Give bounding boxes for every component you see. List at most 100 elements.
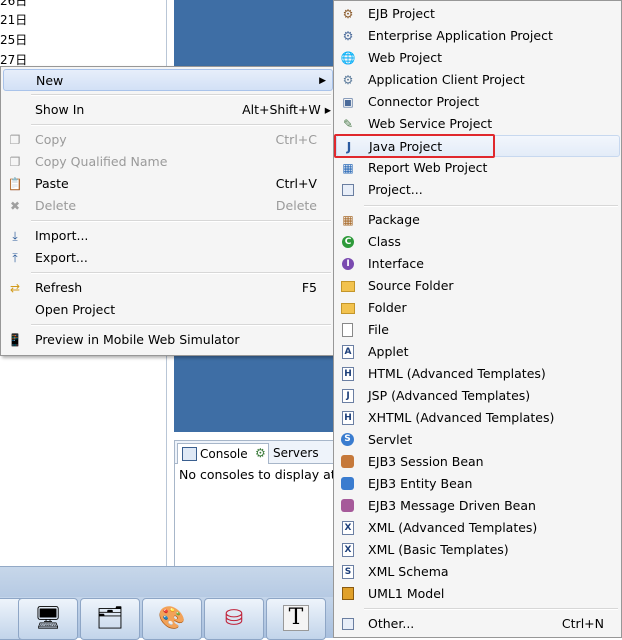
menu-item-label: Copy [35, 132, 67, 147]
tree-item[interactable]: 26日 [0, 0, 27, 9]
submenu-item-label: Applet [368, 344, 409, 359]
submenu-item-web-service-project[interactable]: ✎ Web Service Project [336, 113, 620, 135]
submenu-item-label: Project... [368, 182, 423, 197]
menu-item-accel: F5 [301, 280, 317, 295]
menu-item-refresh[interactable]: ⇄ Refresh F5 [3, 277, 333, 299]
ejb-project-icon: ⚙ [342, 7, 354, 21]
submenu-item-uml1-model[interactable]: UML1 Model [336, 583, 620, 605]
submenu-item-other[interactable]: Other... Ctrl+N [336, 613, 620, 635]
menu-item-export[interactable]: ⤒ Export... [3, 247, 333, 269]
submenu-item-label: Servlet [368, 432, 413, 447]
submenu-item-package[interactable]: ▦ Package [336, 209, 620, 231]
submenu-item-ejb-project[interactable]: ⚙ EJB Project [336, 3, 620, 25]
paste-icon: 📋 [7, 177, 23, 191]
submenu-item-label: Class [368, 234, 401, 249]
servers-icon: ⚙ [255, 446, 266, 460]
submenu-item-project[interactable]: Project... [336, 179, 620, 201]
submenu-item-class[interactable]: C Class [336, 231, 620, 253]
menu-item-copy[interactable]: ❐ Copy Ctrl+C [3, 129, 333, 151]
context-menu: New ▶ Show In Alt+Shift+W ▸ ❐ Copy Ctrl+… [0, 66, 336, 356]
submenu-item-file[interactable]: File [336, 319, 620, 341]
highlight-annotation-box [334, 134, 495, 158]
submenu-item-xml-schema[interactable]: S XML Schema [336, 561, 620, 583]
submenu-item-application-client-project[interactable]: ⚙ Application Client Project [336, 69, 620, 91]
submenu-item-xml-basic[interactable]: X XML (Basic Templates) [336, 539, 620, 561]
submenu-arrow-icon: ▶ [319, 76, 326, 86]
submenu-item-folder[interactable]: Folder [336, 297, 620, 319]
folder-icon [340, 300, 356, 316]
menu-item-label: Preview in Mobile Web Simulator [35, 332, 240, 347]
submenu-item-label: Enterprise Application Project [368, 28, 553, 43]
taskbar-button-paint[interactable]: 🎨 [142, 598, 202, 640]
menu-item-show-in[interactable]: Show In Alt+Shift+W ▸ [3, 99, 333, 121]
taskbar-button-explorer[interactable]: 🗂 [80, 598, 140, 640]
taskbar-button-database[interactable]: ⛁ [204, 598, 264, 640]
menu-item-accel: Ctrl+V [275, 176, 317, 191]
tree-item[interactable]: 21日 [0, 11, 27, 28]
submenu-item-xml-advanced[interactable]: X XML (Advanced Templates) [336, 517, 620, 539]
menu-item-label: Import... [35, 228, 89, 243]
submenu-item-label: File [368, 322, 389, 337]
servlet-icon: S [340, 432, 356, 448]
submenu-item-ejb3-message-driven-bean[interactable]: EJB3 Message Driven Bean [336, 495, 620, 517]
submenu-item-servlet[interactable]: S Servlet [336, 429, 620, 451]
submenu-item-html[interactable]: H HTML (Advanced Templates) [336, 363, 620, 385]
entity-bean-icon [340, 476, 356, 492]
app-client-project-icon: ⚙ [342, 73, 354, 87]
menu-separator [31, 94, 331, 96]
submenu-item-label: Application Client Project [368, 72, 525, 87]
tree-item[interactable]: 25日 [0, 31, 27, 48]
submenu-item-interface[interactable]: I Interface [336, 253, 620, 275]
connector-project-icon: ▣ [342, 95, 354, 109]
tab-console-label: Console [200, 447, 248, 461]
submenu-item-label: Folder [368, 300, 407, 315]
taskbar-button-text[interactable]: T [266, 598, 326, 640]
submenu-item-ejb3-entity-bean[interactable]: EJB3 Entity Bean [336, 473, 620, 495]
submenu-item-applet[interactable]: A Applet [336, 341, 620, 363]
submenu-item-ejb3-session-bean[interactable]: EJB3 Session Bean [336, 451, 620, 473]
delete-icon: ✖ [9, 199, 21, 213]
submenu-item-label: Web Project [368, 50, 442, 65]
console-tabbar: Console ⚙ Servers [175, 441, 345, 464]
submenu-item-label: Connector Project [368, 94, 480, 109]
uml-model-icon [340, 586, 356, 602]
submenu-item-web-project[interactable]: 🌐 Web Project [336, 47, 620, 69]
submenu-item-source-folder[interactable]: Source Folder [336, 275, 620, 297]
taskbar-button-desktop[interactable]: 🖥 [18, 598, 78, 640]
menu-item-label: Paste [35, 176, 69, 191]
refresh-icon: ⇄ [9, 281, 21, 295]
menu-item-new[interactable]: New ▶ [3, 69, 333, 91]
interface-icon: I [340, 256, 356, 272]
export-icon: ⤒ [12, 251, 18, 265]
menu-item-import[interactable]: ⤓ Import... [3, 225, 333, 247]
new-submenu: ⚙ EJB Project ⚙ Enterprise Application P… [333, 0, 622, 638]
submenu-item-enterprise-application-project[interactable]: ⚙ Enterprise Application Project [336, 25, 620, 47]
submenu-item-label: Interface [368, 256, 424, 271]
menu-item-paste[interactable]: 📋 Paste Ctrl+V [3, 173, 333, 195]
submenu-item-label: Package [368, 212, 420, 227]
menu-item-preview-mobile[interactable]: 📱 Preview in Mobile Web Simulator [3, 329, 333, 351]
mobile-icon: 📱 [7, 333, 23, 347]
menu-item-copy-qualified-name[interactable]: ❐ Copy Qualified Name [3, 151, 333, 173]
submenu-item-connector-project[interactable]: ▣ Connector Project [336, 91, 620, 113]
submenu-item-xhtml[interactable]: H XHTML (Advanced Templates) [336, 407, 620, 429]
menu-separator [31, 324, 331, 326]
menu-item-open-project[interactable]: Open Project [3, 299, 333, 321]
other-icon [340, 616, 356, 632]
menu-item-delete[interactable]: ✖ Delete Delete [3, 195, 333, 217]
project-icon [340, 182, 356, 198]
tab-servers-label: Servers [273, 446, 319, 460]
submenu-item-label: Other... [368, 616, 415, 631]
submenu-item-label: XML (Basic Templates) [368, 542, 509, 557]
submenu-item-jsp[interactable]: J JSP (Advanced Templates) [336, 385, 620, 407]
submenu-item-label: JSP (Advanced Templates) [368, 388, 531, 403]
menu-separator [31, 220, 331, 222]
submenu-item-label: Source Folder [368, 278, 454, 293]
submenu-item-label: EJB3 Message Driven Bean [368, 498, 536, 513]
submenu-item-label: EJB Project [368, 6, 435, 21]
submenu-item-label: Web Service Project [368, 116, 493, 131]
submenu-item-label: XML (Advanced Templates) [368, 520, 538, 535]
menu-item-label: New [36, 73, 64, 88]
submenu-item-report-web-project[interactable]: ▦ Report Web Project [336, 157, 620, 179]
submenu-separator [364, 205, 618, 207]
